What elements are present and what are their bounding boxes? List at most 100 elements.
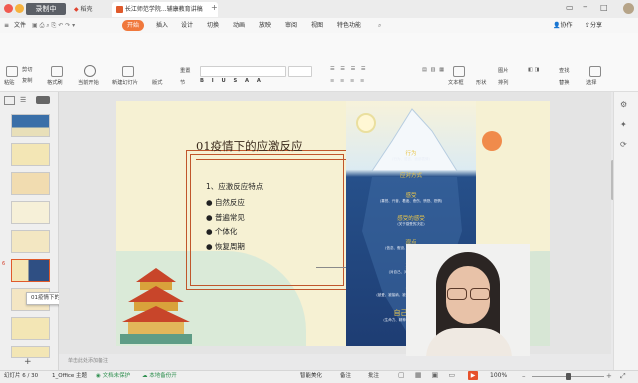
bullet-list[interactable]: ● 自然反应 ● 普遍常见 ● 个体化 ● 恢复周期 [206,196,245,254]
paragraph-spacing-icons[interactable]: ≡ ≡ ≡ ≡ [330,78,366,84]
share-label: 分享 [590,22,603,29]
user-avatar[interactable] [623,3,634,14]
bullet-item: ● 普遍常见 [206,211,245,226]
slide-thumbnail-current[interactable] [11,259,50,282]
menu-animation[interactable]: 动画 [233,20,245,31]
bullet-dot: ● [206,198,215,207]
slide-thumbnail[interactable] [11,172,50,195]
slide-thumbnail[interactable] [11,114,50,137]
zoom-in-icon[interactable]: + [606,370,612,382]
backup-status[interactable]: ☁ 本地备份开 [142,370,177,382]
slide-title[interactable]: 01疫情下的应激反应 [196,138,303,154]
fit-window-icon[interactable]: ⤢ [620,370,626,382]
comments-button[interactable]: 批注 [368,370,379,382]
new-slide-icon[interactable] [122,66,134,77]
slide-subtitle[interactable]: 1、应激反应特点 [206,181,263,192]
history-icon[interactable]: ⟳ [620,140,627,149]
layout-switch-icon[interactable]: ▭ [566,3,574,12]
theme-name[interactable]: 1_Office 主题 [52,370,87,382]
quick-access-icons[interactable]: ▣ ⎙ ⌕ ⎘ ↶ ↷ ▾ [32,20,75,31]
bullet-dot: ● [206,241,215,251]
section-button[interactable]: 节 [180,79,185,86]
paragraph-align-icons[interactable]: ☰ ☰ ☰ ☰ [330,66,368,72]
font-family-select[interactable] [200,66,286,77]
animation-pane-icon[interactable]: ✦ [620,120,627,129]
minimize-window-icon[interactable] [15,4,24,13]
font-size-select[interactable] [288,66,312,77]
new-tab-button[interactable]: + [211,3,218,12]
new-slide-button[interactable]: 新建幻灯片 [112,79,138,86]
doc-protect-label: 文档未保护 [102,373,131,379]
share-button[interactable]: ⇪分享 [585,20,602,31]
webcam-overlay [406,244,530,356]
zoom-out-icon[interactable]: – [522,370,526,382]
fill-icons[interactable]: ◧ ◨ [528,67,539,73]
glasses-right-icon [470,288,490,300]
maximize-icon[interactable]: □ [600,3,608,12]
glasses-left-icon [447,288,467,300]
arrange-button[interactable]: 排列 [498,79,508,86]
menu-design[interactable]: 设计 [181,20,193,31]
zoom-slider-thumb[interactable] [566,373,571,380]
menu-review[interactable]: 审阅 [285,20,297,31]
menu-slideshow[interactable]: 放映 [259,20,271,31]
menu-file[interactable]: 文件 [14,20,26,31]
smart-beautify-button[interactable]: 智能美化 [300,370,322,382]
slide-thumbnail[interactable] [11,201,50,224]
property-icon[interactable]: ⚙ [620,100,627,109]
level-title: 行为 [405,151,417,157]
menu-transition[interactable]: 切换 [207,20,219,31]
select-icon[interactable] [589,66,601,77]
tab-document[interactable]: 长江师范学院...辅康教育讲稿 [112,2,218,17]
reset-button[interactable]: 重置 [180,67,190,74]
paste-button[interactable]: 粘贴 [4,79,14,86]
play-from-current-button[interactable]: 当前开始 [78,79,99,86]
search-icon[interactable]: ⌕ [378,20,381,31]
tab-docer[interactable]: ◆ 稻壳 [70,2,108,17]
add-slide-icon[interactable]: + [24,357,32,367]
menu-special[interactable]: 特色功能 [337,20,361,31]
picture-button[interactable]: 图片 [498,67,508,74]
play-slideshow-icon[interactable]: ▶ [468,371,478,380]
slide-counter: 幻灯片 6 / 30 [4,373,39,379]
format-painter-icon[interactable] [51,66,63,77]
sunset-decoration [482,131,502,151]
select-button[interactable]: 选择 [586,79,596,86]
menu-view[interactable]: 视图 [311,20,323,31]
right-task-pane [613,92,638,370]
close-window-icon[interactable] [4,4,13,13]
slide-thumbnail[interactable] [11,143,50,166]
slide-thumbnail[interactable] [11,317,50,340]
backup-label: 本地备份开 [149,373,177,379]
doc-protect-status[interactable]: ◉ 文档未保护 [96,370,130,382]
zoom-dropdown[interactable]: 100% [490,370,507,382]
text-tools-icons[interactable]: ▤ ▥ ▦ [422,67,445,73]
find-button[interactable]: 查找 [559,67,569,74]
layout-button[interactable]: 版式 [152,79,162,86]
notes-button[interactable]: 备注 [340,370,351,382]
thumbnail-view-icon[interactable] [4,96,15,105]
collaborate-button[interactable]: 👤协作 [553,20,573,31]
panel-toggle-icon[interactable] [36,96,50,104]
play-from-current-icon[interactable] [84,65,96,77]
bullet-dot: ● [206,212,215,222]
copy-button[interactable]: 复制 [22,77,32,84]
text-box-icon[interactable] [453,66,465,77]
notes-placeholder[interactable]: 单击此处添加备注 [68,357,108,364]
replace-button[interactable]: 替换 [559,79,569,86]
outline-view-icon[interactable]: ☰ [20,96,26,104]
cut-button[interactable]: 剪切 [22,66,32,73]
format-painter-button[interactable]: 格式刷 [47,79,63,86]
view-mode-icons[interactable]: ▢ ▦ ▣ ▭ [398,371,459,379]
menu-insert[interactable]: 插入 [156,20,168,31]
minimize-icon[interactable]: – [583,2,588,12]
menu-start[interactable]: 开始 [122,20,145,31]
collaborate-label: 协作 [560,22,573,29]
text-box-button[interactable]: 文本框 [448,79,464,86]
hamburger-icon[interactable]: ≡ [4,20,9,31]
paste-icon[interactable] [6,66,18,77]
font-style-buttons[interactable]: B I U S A A [200,78,264,84]
bullet-text: 自然反应 [214,198,245,207]
slide-thumbnail[interactable] [11,230,50,253]
shape-button[interactable]: 形状 [476,79,486,86]
